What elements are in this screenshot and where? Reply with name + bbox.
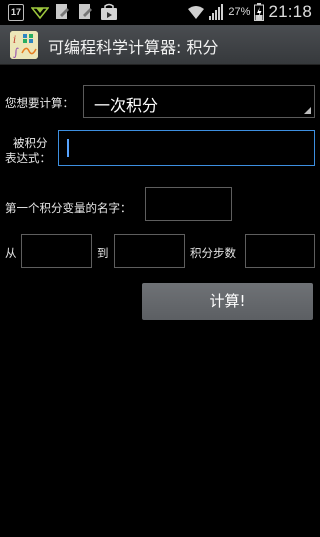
calendar-icon: 17 bbox=[8, 3, 24, 21]
app-icon: i ∫ bbox=[10, 31, 38, 59]
battery-percent: 27% bbox=[228, 6, 251, 18]
svg-text:i: i bbox=[13, 35, 16, 46]
document-edit-icon bbox=[54, 3, 70, 21]
system-icons: 27% 21:18 bbox=[187, 2, 312, 22]
from-label: 从 bbox=[5, 246, 17, 260]
notification-icons: 17 bbox=[8, 3, 117, 21]
signal-icon bbox=[209, 4, 224, 20]
from-input[interactable] bbox=[21, 234, 92, 268]
wifi-icon bbox=[187, 4, 205, 20]
action-bar: i ∫ 可编程科学计算器: 积分 bbox=[0, 25, 320, 65]
dropdown-corner-icon bbox=[304, 107, 311, 114]
document-edit-icon-2 bbox=[77, 3, 93, 21]
compute-button[interactable]: 计算! bbox=[142, 283, 313, 320]
page-title: 可编程科学计算器: 积分 bbox=[48, 38, 219, 57]
wifi-download-icon bbox=[31, 3, 49, 21]
integrand-label-line2: 表达式： bbox=[5, 151, 51, 165]
to-label: 到 bbox=[97, 246, 109, 260]
shopping-bag-icon bbox=[100, 3, 117, 21]
clock: 21:18 bbox=[268, 2, 312, 21]
compute-type-selected: 一次积分 bbox=[94, 96, 159, 115]
steps-label: 积分步数 bbox=[190, 246, 236, 260]
to-input[interactable] bbox=[114, 234, 185, 268]
variable-name-label: 第一个积分变量的名字： bbox=[5, 201, 132, 215]
integrand-input[interactable] bbox=[58, 130, 315, 166]
variable-name-input[interactable] bbox=[145, 187, 232, 221]
text-caret bbox=[67, 139, 69, 157]
svg-text:∫: ∫ bbox=[13, 46, 19, 59]
compute-type-dropdown[interactable]: 一次积分 bbox=[83, 85, 315, 118]
integrand-label-line1: 被积分 bbox=[13, 136, 48, 150]
status-bar: 17 27% 21:18 bbox=[0, 0, 320, 25]
compute-type-label: 您想要计算： bbox=[5, 96, 74, 110]
battery-charging-icon bbox=[254, 3, 265, 21]
steps-input[interactable] bbox=[245, 234, 315, 268]
